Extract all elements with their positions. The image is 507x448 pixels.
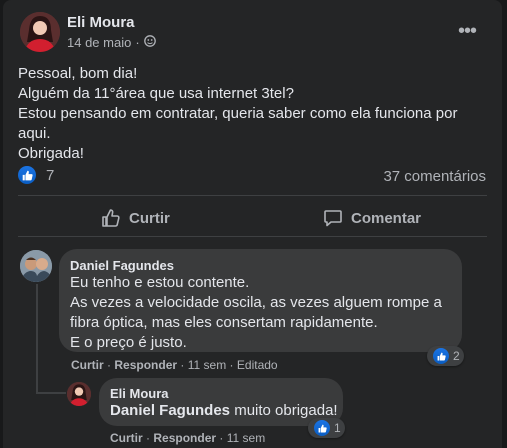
comment-line: E o preço é justo. xyxy=(70,334,187,351)
more-options-icon[interactable]: ••• xyxy=(458,20,477,43)
author-avatar-image xyxy=(20,12,60,52)
divider xyxy=(18,195,487,196)
reply-avatar-image xyxy=(67,382,91,406)
reply-time[interactable]: 11 sem xyxy=(227,431,265,445)
comment-button-label: Comentar xyxy=(351,209,422,227)
comment-bubble: Daniel Fagundes Eu tenho e estou content… xyxy=(59,249,462,352)
reply-mention[interactable]: Daniel Fagundes xyxy=(110,402,230,419)
comment-text: Eu tenho e estou contente. As vezes a ve… xyxy=(70,273,442,353)
reply-like-link[interactable]: Curtir xyxy=(110,431,143,445)
like-reaction-icon xyxy=(433,348,449,364)
meta-separator: · xyxy=(219,431,227,445)
comment-like-link[interactable]: Curtir xyxy=(71,358,104,372)
post-line: Obrigada! xyxy=(18,145,84,162)
post-line: aqui. xyxy=(18,125,51,142)
thread-connector xyxy=(36,284,38,394)
comment-time[interactable]: 11 sem xyxy=(188,358,226,372)
like-button[interactable]: Curtir xyxy=(101,200,170,236)
comment-line: Eu tenho e estou contente. xyxy=(70,274,250,291)
reply-reactions[interactable]: 1 xyxy=(308,418,345,438)
reply-author-name[interactable]: Eli Moura xyxy=(110,386,169,401)
reply-reply-link[interactable]: Responder xyxy=(153,431,216,445)
comment-line: fibra óptica, mas eles consertam rapidam… xyxy=(70,314,378,331)
meta-separator: · xyxy=(229,358,237,372)
comment-button[interactable]: Comentar xyxy=(323,200,421,236)
group-icon xyxy=(143,35,156,50)
commenter-avatar[interactable] xyxy=(20,250,52,282)
post-text: Pessoal, bom dia! Alguém da 11°área que … xyxy=(18,64,488,164)
reply-actions: Curtir · Responder · 11 sem xyxy=(110,431,265,445)
thumbs-up-icon xyxy=(102,209,120,227)
post-line: Estou pensando em contratar, queria sabe… xyxy=(18,105,458,122)
comment-reply-link[interactable]: Responder xyxy=(114,358,177,372)
comment-reactions[interactable]: 2 xyxy=(427,346,464,366)
post-card: Eli Moura 14 de maio · ••• Pessoal, bom … xyxy=(3,0,502,448)
comment-actions: Curtir · Responder · 11 sem · Editado xyxy=(71,358,278,372)
comment-edited-label: Editado xyxy=(236,358,278,372)
post-line: Alguém da 11°área que usa internet 3tel? xyxy=(18,85,294,102)
author-avatar[interactable] xyxy=(20,12,60,52)
commenter-avatar-image xyxy=(20,250,52,282)
like-reaction-icon xyxy=(18,166,36,184)
reply-text: Daniel Fagundes muito obrigada! xyxy=(110,401,338,421)
reply-message: muito obrigada! xyxy=(230,402,338,419)
comment-line: As vezes a velocidade oscila, as vezes a… xyxy=(70,294,442,311)
comment-icon xyxy=(324,210,342,227)
post-meta: 14 de maio · xyxy=(67,35,156,50)
comments-count[interactable]: 37 comentários xyxy=(383,168,486,185)
post-date[interactable]: 14 de maio xyxy=(67,35,131,50)
thread-connector xyxy=(36,392,66,394)
like-reaction-icon xyxy=(314,420,330,436)
divider xyxy=(18,236,487,237)
post-line: Pessoal, bom dia! xyxy=(18,65,138,82)
meta-separator: · xyxy=(180,358,188,372)
meta-separator: · xyxy=(135,35,140,50)
like-button-label: Curtir xyxy=(129,209,170,227)
post-author-name[interactable]: Eli Moura xyxy=(67,14,135,31)
comment-reactions-count: 2 xyxy=(453,349,460,363)
reply-reactions-count: 1 xyxy=(334,421,341,435)
reply-author-avatar[interactable] xyxy=(67,382,91,406)
reactions-count: 7 xyxy=(46,166,55,184)
comment-author-name[interactable]: Daniel Fagundes xyxy=(70,258,174,273)
post-reactions[interactable]: 7 xyxy=(18,166,54,184)
reply-bubble: Eli Moura Daniel Fagundes muito obrigada… xyxy=(99,378,343,426)
